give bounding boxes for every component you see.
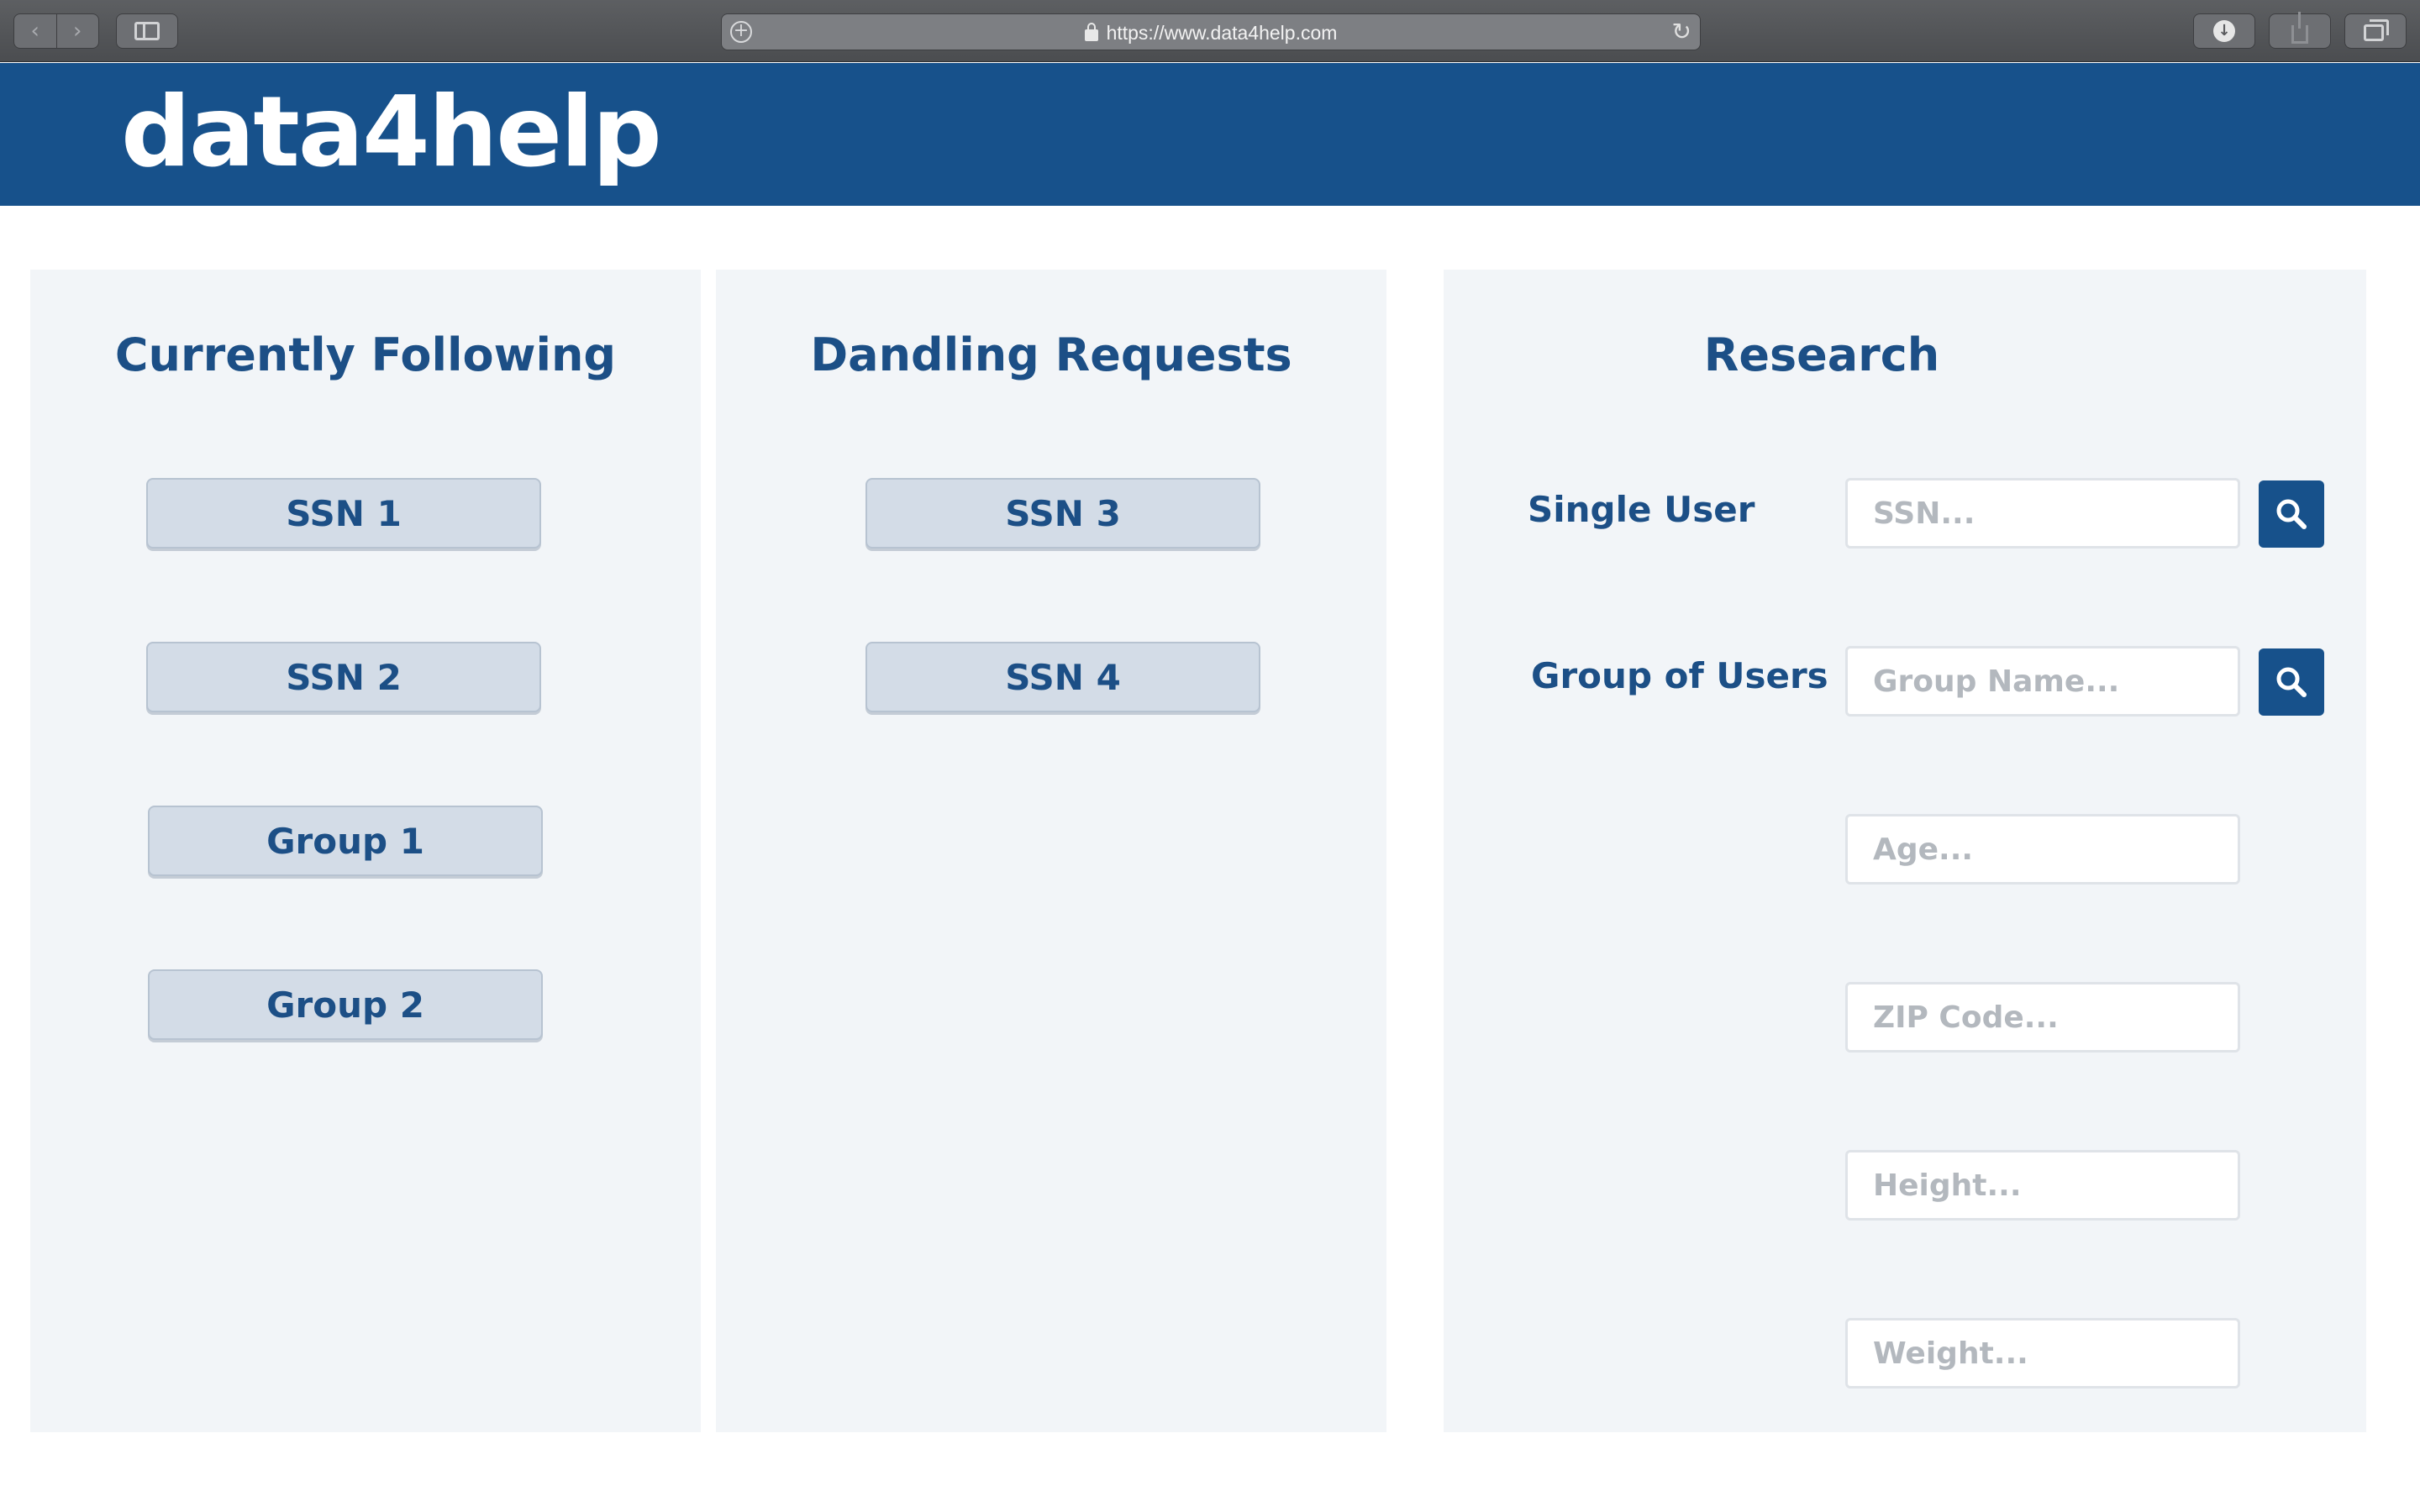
weight-input[interactable]	[1845, 1318, 2240, 1389]
download-icon: ↓	[2213, 20, 2235, 42]
url-display: https://www.data4help.com	[722, 14, 1700, 51]
group-name-input[interactable]	[1845, 646, 2240, 717]
lock-icon	[1084, 23, 1098, 41]
search-icon	[2276, 499, 2307, 529]
following-item-ssn-2[interactable]: SSN 2	[146, 642, 541, 712]
tabs-icon	[2364, 19, 2389, 41]
url-text: https://www.data4help.com	[1106, 21, 1338, 44]
dangling-title: Dandling Requests	[810, 328, 1292, 381]
group-of-users-label: Group of Users	[1531, 655, 1828, 696]
site-logo[interactable]: data4help	[121, 78, 662, 187]
chevron-left-icon[interactable]: ‹	[14, 14, 56, 48]
group-search-button[interactable]	[2259, 648, 2324, 716]
reload-icon[interactable]: ↻	[1672, 19, 1691, 45]
download-button[interactable]: ↓	[2193, 13, 2255, 49]
research-title: Research	[1703, 328, 1940, 381]
following-item-group-2[interactable]: Group 2	[148, 969, 543, 1040]
chevron-right-icon[interactable]: ›	[55, 14, 99, 48]
following-panel: Currently Following SSN 1 SSN 2 Group 1 …	[30, 270, 701, 1432]
dangling-item-ssn-3[interactable]: SSN 3	[865, 478, 1260, 549]
site-header: data4help	[0, 63, 2420, 206]
single-user-label: Single User	[1528, 489, 1755, 530]
browser-toolbar: ‹ › + https://www.data4help.com ↻ ↓	[0, 0, 2420, 62]
following-title: Currently Following	[114, 328, 617, 381]
share-icon	[2291, 12, 2308, 44]
age-input[interactable]	[1845, 814, 2240, 885]
sidebar-icon	[134, 22, 160, 40]
research-panel: Research Single User Group of Users	[1444, 270, 2366, 1432]
height-input[interactable]	[1845, 1150, 2240, 1221]
address-bar[interactable]: + https://www.data4help.com ↻	[721, 13, 1701, 50]
zip-code-input[interactable]	[1845, 982, 2240, 1053]
ssn-search-input[interactable]	[1845, 478, 2240, 549]
share-button[interactable]	[2269, 12, 2331, 49]
following-item-ssn-1[interactable]: SSN 1	[146, 478, 541, 549]
search-icon	[2276, 667, 2307, 697]
navigation-buttons: ‹ ›	[13, 13, 99, 49]
show-tabs-button[interactable]	[2344, 13, 2407, 49]
single-user-search-button[interactable]	[2259, 480, 2324, 548]
following-item-group-1[interactable]: Group 1	[148, 806, 543, 876]
sidebar-toggle-button[interactable]	[116, 13, 178, 49]
dangling-item-ssn-4[interactable]: SSN 4	[865, 642, 1260, 712]
dangling-panel: Dandling Requests SSN 3 SSN 4	[716, 270, 1386, 1432]
